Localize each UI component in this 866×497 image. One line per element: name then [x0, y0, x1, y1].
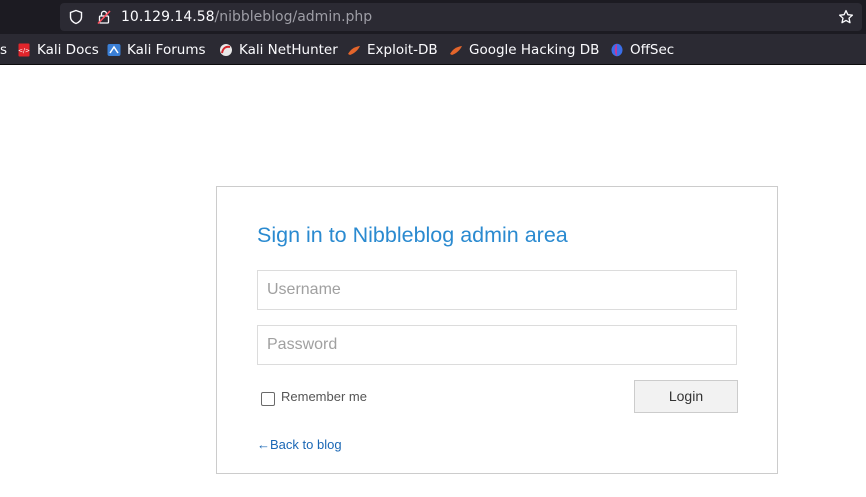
username-input[interactable]	[257, 270, 737, 310]
password-input[interactable]	[257, 325, 737, 365]
bookmark-label: OffSec	[630, 42, 675, 58]
bookmark-label: Kali NetHunter	[239, 42, 338, 58]
bookmark-label: Kali Forums	[127, 42, 206, 58]
kali-docs-icon: </>	[18, 43, 30, 57]
tracking-protection-shield-icon[interactable]	[68, 9, 84, 25]
address-bar[interactable]: 10.129.14.58/nibbleblog/admin.php	[60, 3, 862, 31]
bookmark-kali-forums[interactable]: Kali Forums	[107, 41, 206, 59]
bookmark-kali-nethunter[interactable]: Kali NetHunter	[219, 41, 338, 59]
bookmark-google-hacking-db[interactable]: Google Hacking DB	[449, 41, 599, 59]
bookmark-offsec[interactable]: OffSec	[610, 41, 674, 59]
remember-me[interactable]: Remember me	[261, 386, 367, 406]
ghdb-icon	[450, 46, 462, 55]
url-host: 10.129.14.58	[121, 9, 215, 25]
exploit-db-icon	[348, 46, 360, 55]
url-path: /nibbleblog/admin.php	[214, 9, 373, 25]
login-button[interactable]: Login	[634, 380, 738, 413]
bookmarks-toolbar: s </> Kali Docs Kali Forums Kali NetHunt…	[0, 34, 866, 65]
browser-toolbar: 10.129.14.58/nibbleblog/admin.php	[0, 0, 866, 34]
login-card: Sign in to Nibbleblog admin area Remembe…	[216, 186, 778, 474]
bookmark-kali-docs[interactable]: </> Kali Docs	[17, 41, 99, 59]
page-title: Sign in to Nibbleblog admin area	[257, 223, 568, 247]
bookmark-label: Google Hacking DB	[469, 42, 600, 58]
remember-me-label[interactable]: Remember me	[281, 389, 367, 404]
offsec-icon	[611, 43, 623, 57]
url-text[interactable]: 10.129.14.58/nibbleblog/admin.php	[121, 8, 372, 26]
svg-text:</>: </>	[18, 48, 30, 55]
remember-me-checkbox[interactable]	[261, 392, 275, 406]
bookmark-star-icon[interactable]	[838, 9, 854, 25]
insecure-lock-icon[interactable]	[96, 9, 112, 25]
kali-nethunter-icon	[220, 44, 232, 56]
bookmark-exploit-db[interactable]: Exploit-DB	[347, 41, 438, 59]
bookmark-label: Kali Docs	[37, 42, 99, 58]
bookmark-kali-tools[interactable]: s	[0, 41, 7, 59]
bookmark-label: Exploit-DB	[367, 42, 438, 58]
back-to-blog-link[interactable]: ←Back to blog	[257, 437, 342, 452]
kali-forums-icon	[107, 44, 121, 56]
bookmark-label: s	[0, 42, 8, 58]
